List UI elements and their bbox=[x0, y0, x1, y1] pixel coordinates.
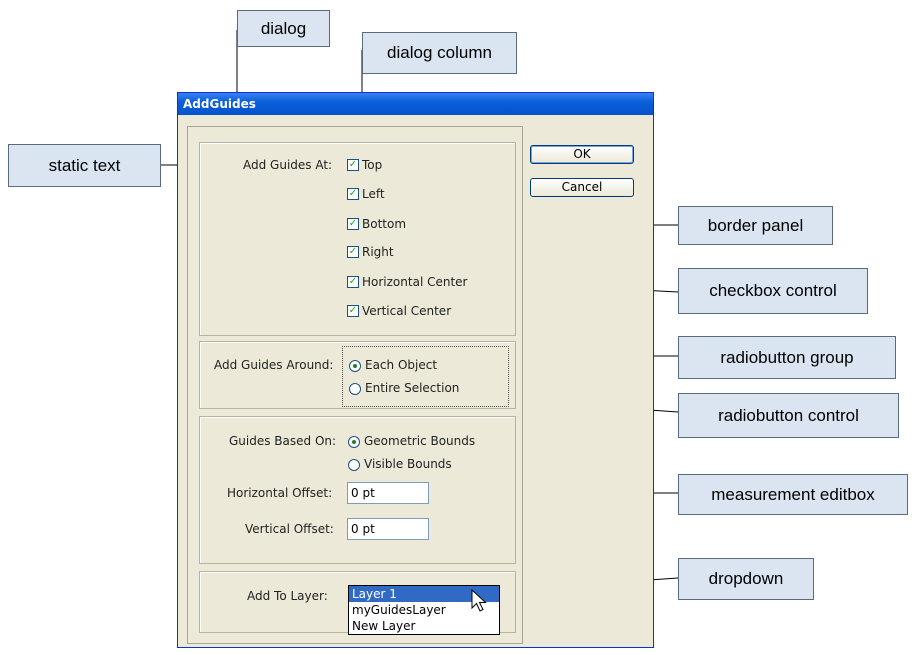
checkbox-horizontal-center-label: Horizontal Center bbox=[362, 275, 468, 289]
callout-border-panel: border panel bbox=[678, 206, 833, 245]
add-guides-around-label: Add Guides Around: bbox=[214, 358, 334, 372]
add-guides-at-label: Add Guides At: bbox=[243, 158, 333, 172]
radio-entire-selection[interactable] bbox=[349, 383, 361, 395]
callout-checkbox-control: checkbox control bbox=[678, 268, 868, 314]
vertical-offset-input[interactable]: 0 pt bbox=[347, 518, 429, 540]
ok-button[interactable]: OK bbox=[530, 145, 634, 164]
checkbox-top[interactable]: ✓ bbox=[347, 159, 359, 171]
checkbox-left-label: Left bbox=[362, 187, 385, 201]
checkbox-right-label: Right bbox=[362, 245, 394, 259]
callout-static-text: static text bbox=[8, 144, 161, 187]
horizontal-offset-input[interactable]: 0 pt bbox=[347, 482, 429, 504]
radio-visible-bounds[interactable] bbox=[348, 459, 360, 471]
radio-geometric-bounds-label: Geometric Bounds bbox=[364, 434, 476, 448]
dropdown-option-new-layer[interactable]: New Layer bbox=[349, 618, 499, 634]
checkbox-vertical-center-label: Vertical Center bbox=[362, 304, 452, 318]
callout-dropdown: dropdown bbox=[678, 558, 814, 600]
radiobutton-group bbox=[342, 346, 509, 407]
vertical-offset-label: Vertical Offset: bbox=[245, 522, 334, 536]
add-to-layer-label: Add To Layer: bbox=[247, 589, 328, 603]
callout-dialog-column: dialog column bbox=[362, 32, 517, 74]
radio-each-object-label: Each Object bbox=[365, 358, 438, 372]
radio-geometric-bounds[interactable] bbox=[348, 436, 360, 448]
horizontal-offset-label: Horizontal Offset: bbox=[227, 486, 333, 500]
checkbox-bottom-label: Bottom bbox=[362, 217, 407, 231]
checkbox-horizontal-center[interactable]: ✓ bbox=[347, 276, 359, 288]
checkbox-vertical-center[interactable]: ✓ bbox=[347, 305, 359, 317]
checkbox-left[interactable]: ✓ bbox=[347, 188, 359, 200]
dialog-title-bar[interactable]: AddGuides bbox=[178, 93, 653, 115]
guides-based-on-label: Guides Based On: bbox=[229, 434, 337, 448]
callout-radiobutton-group: radiobutton group bbox=[678, 336, 896, 379]
callout-measurement-editbox: measurement editbox bbox=[678, 474, 908, 515]
radio-entire-selection-label: Entire Selection bbox=[365, 381, 460, 395]
mouse-cursor-icon bbox=[471, 589, 487, 612]
checkbox-top-label: Top bbox=[362, 158, 383, 172]
radio-each-object[interactable] bbox=[349, 360, 361, 372]
checkbox-right[interactable]: ✓ bbox=[347, 246, 359, 258]
radio-visible-bounds-label: Visible Bounds bbox=[364, 457, 452, 471]
cancel-button[interactable]: Cancel bbox=[530, 178, 634, 197]
callout-dialog: dialog bbox=[237, 10, 330, 47]
checkbox-bottom[interactable]: ✓ bbox=[347, 218, 359, 230]
callout-radiobutton-control: radiobutton control bbox=[678, 393, 899, 438]
